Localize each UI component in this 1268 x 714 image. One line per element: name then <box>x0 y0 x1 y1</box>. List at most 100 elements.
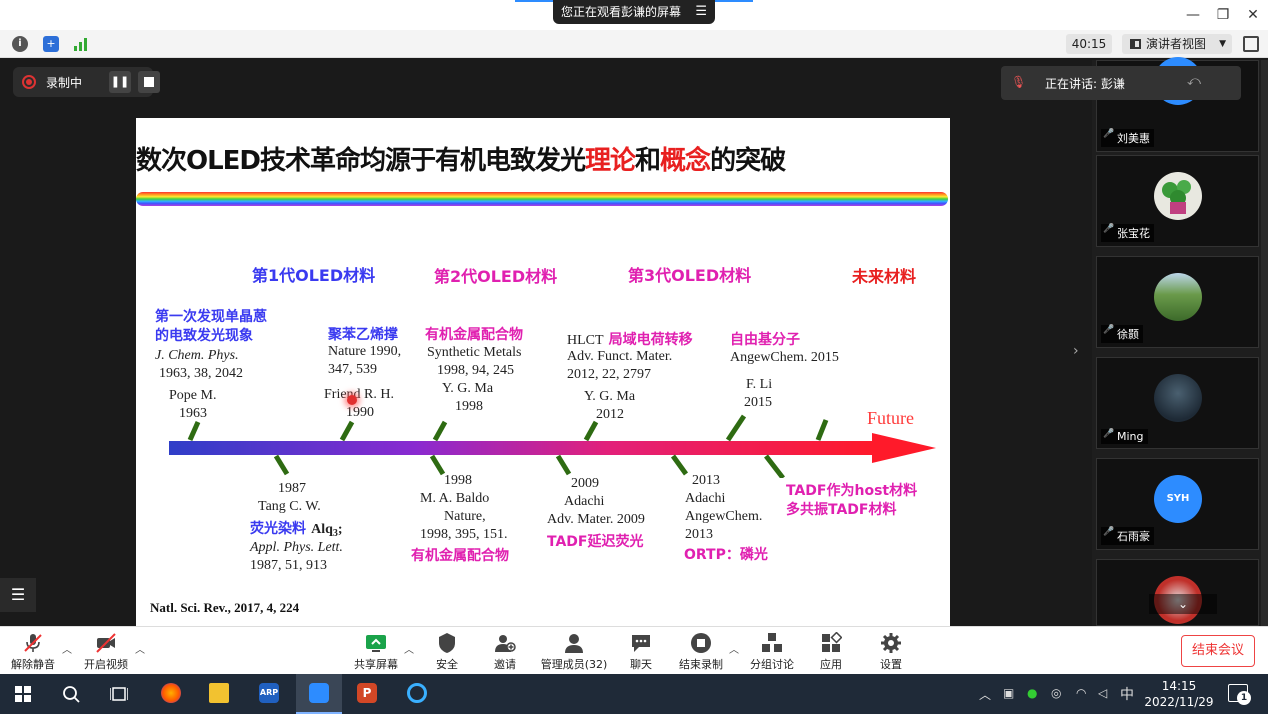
participant-list-icon[interactable]: ☰ <box>0 578 36 612</box>
info-icon[interactable]: i <box>12 36 28 52</box>
top5-label: 自由基分子 <box>730 332 800 348</box>
end-recording-button[interactable]: 结束录制 <box>678 629 724 672</box>
participant-name: 张宝花 <box>1101 224 1154 242</box>
fullscreen-icon[interactable] <box>1243 36 1259 52</box>
search-icon[interactable] <box>48 674 94 714</box>
bot5-label: TADF作为host材料 多共振TADF材料 <box>786 483 918 518</box>
gen2-header: 第2代OLED材料 <box>434 267 558 286</box>
active-speaker-text: 正在讲话: 彭谦 <box>1045 77 1125 91</box>
breakout-icon <box>761 632 783 654</box>
active-speaker-banner: 🎙 正在讲话: 彭谦 ⤺ <box>1001 66 1241 100</box>
sharing-banner-text: 您正在观看彭谦的屏幕 <box>561 5 682 19</box>
clock-time: 14:15 <box>1161 679 1197 693</box>
avatar <box>1154 374 1202 422</box>
bot2-label: 有机金属配合物 <box>411 548 509 564</box>
ime-indicator[interactable]: 中 <box>1120 684 1134 704</box>
rainbow-divider <box>136 192 948 206</box>
timeline-arrow <box>169 414 936 478</box>
chevron-up-icon[interactable]: ︿ <box>135 641 145 656</box>
meeting-app-icon[interactable] <box>296 674 342 714</box>
recording-indicator: 录制中 ❚❚ <box>13 67 160 97</box>
file-explorer-app-icon[interactable] <box>196 674 242 714</box>
video-off-icon <box>95 632 117 654</box>
presentation-slide: 数次OLED技术革命均源于有机电致发光理论和概念的突破 第1代OLED材料 第2… <box>136 118 950 682</box>
chat-icon <box>630 632 652 654</box>
record-icon <box>22 75 36 89</box>
wifi-icon[interactable]: ◠ <box>1076 686 1086 700</box>
signal-icon[interactable] <box>73 36 89 52</box>
recording-label: 录制中 <box>46 76 83 90</box>
manage-participants-button[interactable]: 管理成员(32) <box>540 629 608 672</box>
share-screen-icon <box>365 632 387 654</box>
tray-app-icon[interactable]: ◎ <box>1051 686 1061 700</box>
security-button[interactable]: 安全 <box>430 629 464 672</box>
apps-button[interactable]: 应用 <box>816 629 846 672</box>
share-screen-button[interactable]: 共享屏幕 <box>352 629 400 672</box>
hide-banner-icon[interactable]: ⤺ <box>1187 74 1201 89</box>
collapse-gallery-icon[interactable]: › <box>1073 343 1079 359</box>
chevron-down-icon[interactable]: ⌄ <box>1149 594 1217 614</box>
chat-button[interactable]: 聊天 <box>626 629 656 672</box>
gen3-header: 第3代OLED材料 <box>628 266 752 285</box>
stop-recording-button[interactable] <box>138 71 160 93</box>
sharing-banner[interactable]: 您正在观看彭谦的屏幕 ☰ <box>553 0 715 24</box>
notifications-icon[interactable]: 1 <box>1228 684 1251 705</box>
task-view-icon[interactable] <box>96 674 142 714</box>
minimize-icon[interactable]: — <box>1181 4 1205 26</box>
view-selector-button[interactable]: 演讲者视图 ▼ <box>1122 34 1232 54</box>
menu-icon[interactable]: ☰ <box>695 0 707 24</box>
invite-button[interactable]: 邀请 <box>488 629 522 672</box>
top5-ref: AngewChem. 2015 <box>730 350 839 365</box>
meeting-info-bar: i + 40:15 演讲者视图 ▼ <box>0 30 1268 58</box>
windows-taskbar: ARP P ︿ ▣ ● ◎ ◠ ◁ 中 14:15 2022/11/29 1 <box>0 674 1268 714</box>
view-label: 演讲者视图 <box>1146 37 1207 51</box>
top1-label: 第一次发现单晶蒽 的电致发光现象 <box>155 309 267 344</box>
video-tile[interactable]: ⌄ <box>1096 559 1259 626</box>
bot4-info: 2013 Adachi AngewChem. 2013 <box>685 473 763 542</box>
chevron-up-icon[interactable]: ︿ <box>62 641 72 656</box>
slide-title: 数次OLED技术革命均源于有机电致发光理论和概念的突破 <box>136 146 786 176</box>
top1-ref: J. Chem. Phys. 1963, 38, 2042 <box>155 348 243 381</box>
restore-icon[interactable]: ❐ <box>1211 4 1235 26</box>
close-icon[interactable]: ✕ <box>1241 4 1265 26</box>
future-materials-header: 未来材料 <box>852 267 917 286</box>
clock[interactable]: 14:15 2022/11/29 <box>1138 678 1220 710</box>
breakout-rooms-button[interactable]: 分组讨论 <box>749 629 795 672</box>
gallery-scrollbar[interactable] <box>1261 60 1268 626</box>
video-tile[interactable]: SYH 石雨豪 <box>1096 458 1259 550</box>
end-meeting-button[interactable]: 结束会议 <box>1181 635 1255 667</box>
muted-mic-icon: 🎙 <box>1011 75 1027 89</box>
gear-icon <box>880 632 902 654</box>
wechat-icon[interactable]: ● <box>1027 686 1037 700</box>
settings-button[interactable]: 设置 <box>876 629 906 672</box>
participant-name: 刘美惠 <box>1101 129 1154 147</box>
participant-name: Ming <box>1101 429 1148 444</box>
unmute-button[interactable]: 解除静音 <box>10 629 56 672</box>
start-video-button[interactable]: 开启视频 <box>82 629 130 672</box>
gen1-header: 第1代OLED材料 <box>252 266 376 285</box>
chevron-up-icon[interactable]: ︿ <box>729 641 739 656</box>
search-app-icon[interactable] <box>394 674 440 714</box>
muted-mic-icon <box>22 632 44 654</box>
pause-recording-button[interactable]: ❚❚ <box>109 71 131 93</box>
volume-icon[interactable]: ◁ <box>1098 686 1107 700</box>
chevron-up-icon[interactable]: ︿ <box>979 686 991 703</box>
video-tile[interactable]: Ming <box>1096 357 1259 449</box>
browser-app-icon[interactable]: ARP <box>246 674 292 714</box>
notification-badge: 1 <box>1237 691 1251 705</box>
powerpoint-app-icon[interactable]: P <box>344 674 390 714</box>
stop-record-icon <box>690 632 712 654</box>
top2-ref: Nature 1990, 347, 539 <box>328 344 402 377</box>
firefox-app-icon[interactable] <box>148 674 194 714</box>
bot3-info: 2009 Adachi Adv. Mater. 2009 <box>547 476 645 527</box>
start-button[interactable] <box>0 674 46 714</box>
shield-icon[interactable]: + <box>43 36 59 52</box>
shared-screen-area: 数次OLED技术革命均源于有机电致发光理论和概念的突破 第1代OLED材料 第2… <box>0 58 1268 682</box>
video-tile[interactable]: 张宝花 <box>1096 155 1259 247</box>
chevron-up-icon[interactable]: ︿ <box>404 641 414 656</box>
participants-icon <box>563 632 585 654</box>
video-tile[interactable]: 徐颢 <box>1096 256 1259 348</box>
clock-date: 2022/11/29 <box>1144 695 1214 709</box>
tray-app-icon[interactable]: ▣ <box>1003 686 1014 700</box>
top2-label: 聚苯乙烯撑 <box>328 327 398 343</box>
